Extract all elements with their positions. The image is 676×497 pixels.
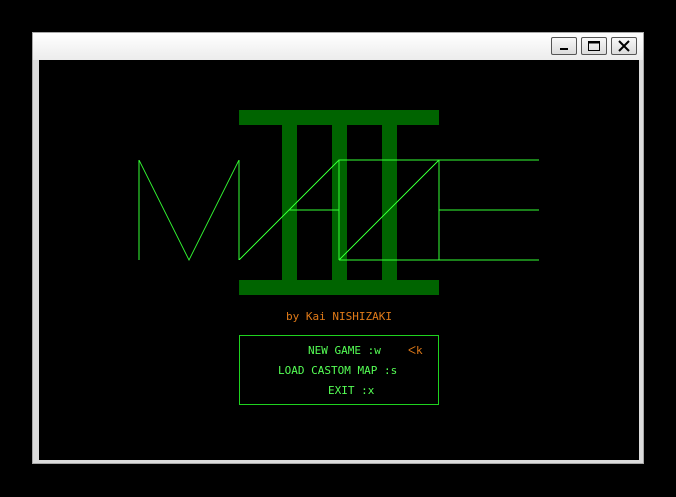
close-button[interactable] (611, 37, 637, 55)
minimize-icon (560, 48, 568, 50)
logo-letter-e (439, 159, 539, 261)
minimize-button[interactable] (551, 37, 577, 55)
main-menu: NEW GAME :w LOAD CASTOM MAP :s EXIT :x ᐸ… (239, 335, 439, 405)
menu-cursor: ᐸk (408, 344, 423, 357)
close-icon (618, 40, 630, 52)
author-credit: by Kai NISHIZAKI (286, 310, 392, 323)
menu-item-new-game[interactable]: NEW GAME :w (308, 344, 381, 357)
maze-iii-logo (138, 110, 539, 295)
logo-letter-m (138, 159, 240, 262)
game-canvas[interactable]: by Kai NISHIZAKI NEW GAME :w LOAD CASTOM… (39, 60, 639, 460)
menu-item-load-custom-map[interactable]: LOAD CASTOM MAP :s (278, 364, 397, 377)
menu-item-exit[interactable]: EXIT :x (328, 384, 374, 397)
maximize-icon (588, 41, 600, 51)
app-window: by Kai NISHIZAKI NEW GAME :w LOAD CASTOM… (32, 32, 644, 464)
title-bar[interactable] (33, 33, 643, 60)
maximize-button[interactable] (581, 37, 607, 55)
